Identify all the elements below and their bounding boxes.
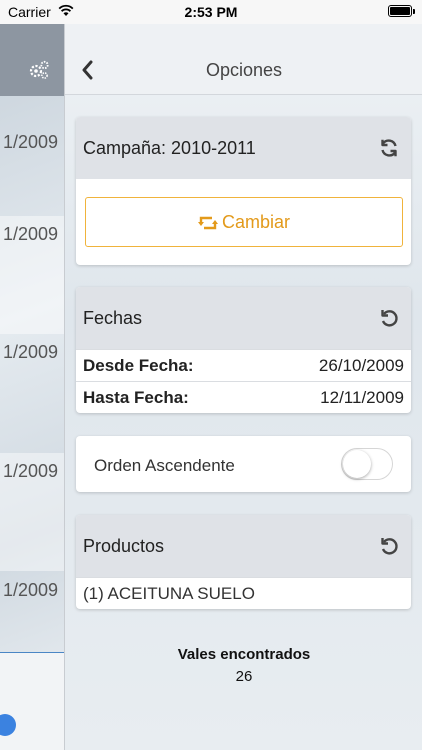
to-date-label: Hasta Fecha: — [83, 388, 189, 407]
bottom-bar — [0, 653, 64, 750]
underlying-list-panel[interactable]: 1/2009 1/2009 1/2009 1/2009 1/2009 — [0, 24, 64, 750]
results-count: 26 — [235, 668, 253, 685]
options-panel: Opciones Campaña: 2010-2011 Cambiar Fech… — [64, 24, 422, 750]
campaign-header: Campaña: 2010-2011 — [76, 117, 411, 179]
results-label: Vales encontrados — [177, 646, 311, 663]
sync-icon[interactable] — [379, 138, 399, 158]
nav-bar: Opciones — [65, 24, 422, 95]
campaign-label: Campaña: 2010-2011 — [83, 138, 256, 158]
from-date-value: 26/10/2009 — [318, 356, 404, 375]
products-header: Productos — [76, 515, 411, 577]
to-date-row[interactable]: Hasta Fecha: 12/11/2009 — [76, 381, 411, 413]
list-item[interactable]: 1/2009 — [0, 216, 64, 334]
from-date-label: Desde Fecha: — [83, 356, 194, 375]
product-item[interactable]: (1) ACEITUNA SUELO — [76, 577, 411, 609]
toggle-knob — [343, 450, 371, 478]
ascending-order-toggle[interactable] — [341, 448, 393, 480]
gears-icon[interactable] — [28, 60, 50, 80]
campaign-card: Campaña: 2010-2011 Cambiar — [76, 117, 411, 265]
order-card: Orden Ascendente — [76, 436, 411, 492]
undo-icon[interactable] — [379, 308, 399, 328]
status-bar: Carrier 2:53 PM — [0, 0, 422, 24]
dates-header: Fechas — [76, 287, 411, 349]
to-date-value: 12/11/2009 — [320, 388, 404, 407]
results-summary: Vales encontrados 26 — [65, 646, 422, 685]
change-button-label: Cambiar — [221, 212, 291, 232]
order-label: Orden Ascendente — [94, 456, 235, 475]
change-campaign-button[interactable]: Cambiar — [85, 197, 403, 247]
products-card: Productos (1) ACEITUNA SUELO — [76, 515, 411, 609]
products-title: Productos — [83, 536, 165, 556]
list-header — [0, 24, 64, 96]
from-date-row[interactable]: Desde Fecha: 26/10/2009 — [76, 349, 411, 381]
status-time: 2:53 PM — [184, 4, 238, 20]
product-label: (1) ACEITUNA SUELO — [83, 584, 255, 603]
page-title: Opciones — [205, 60, 283, 80]
dates-title: Fechas — [83, 308, 143, 328]
battery-icon — [388, 5, 415, 17]
list-item[interactable]: 1/2009 — [0, 453, 64, 571]
retweet-icon — [197, 216, 218, 230]
undo-icon[interactable] — [379, 536, 399, 556]
list-item[interactable]: 1/2009 — [0, 334, 64, 452]
dates-card: Fechas Desde Fecha: 26/10/2009 Hasta Fec… — [76, 287, 411, 413]
